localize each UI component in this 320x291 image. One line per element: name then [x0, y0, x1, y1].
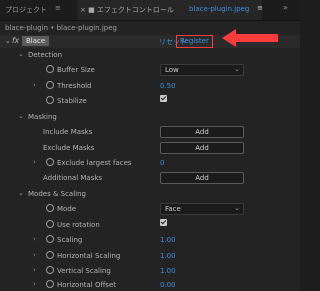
param-label: Include Masks: [43, 128, 93, 136]
panel-tab-bar: プロジェクト ≡ × ■ エフェクトコントロール blace-plugin.jp…: [0, 0, 300, 21]
chevron-down-icon[interactable]: ⌄: [18, 189, 24, 197]
chevron-down-icon[interactable]: ⌄: [18, 50, 24, 58]
param-label: Buffer Size: [57, 66, 95, 74]
exclude-masks-add-button[interactable]: Add: [160, 142, 244, 154]
stopwatch-icon[interactable]: [46, 251, 54, 259]
param-threshold: › Threshold 0.50: [0, 80, 300, 92]
param-label: Threshold: [57, 82, 92, 90]
group-masking[interactable]: ⌄ Masking: [0, 111, 300, 123]
breadcrumb: blace-plugin • blace-plugin.jpeg: [5, 24, 117, 32]
vertical-scaling-value[interactable]: 1.00: [160, 267, 176, 275]
param-label: Exclude Masks: [43, 144, 95, 152]
panel-menu-icon[interactable]: ≡: [55, 4, 61, 12]
stopwatch-icon[interactable]: [46, 235, 54, 243]
tab-effect-controls[interactable]: × ■ エフェクトコントロール: [80, 5, 174, 15]
group-label: Detection: [28, 51, 63, 59]
group-label: Masking: [28, 113, 57, 121]
tab-project[interactable]: プロジェクト: [5, 5, 47, 15]
effect-controls-panel: プロジェクト ≡ × ■ エフェクトコントロール blace-plugin.jp…: [0, 0, 300, 291]
chevron-down-icon: ⌄: [234, 204, 240, 212]
stabilize-checkbox[interactable]: [160, 95, 167, 102]
stopwatch-icon[interactable]: [46, 65, 54, 73]
param-stabilize: Stabilize: [0, 95, 300, 107]
chevron-right-icon[interactable]: ›: [33, 158, 36, 166]
stopwatch-icon[interactable]: [46, 158, 54, 166]
mode-dropdown[interactable]: Face ⌄: [160, 203, 244, 215]
group-detection[interactable]: ⌄ Detection: [0, 49, 300, 61]
param-additional-masks: Additional Masks Add: [0, 172, 300, 184]
param-label: Horizontal Offset: [57, 281, 116, 289]
register-link[interactable]: Register: [176, 35, 213, 48]
tab-file-name[interactable]: blace-plugin.jpeg: [189, 5, 249, 13]
param-label: Vertical Scaling: [57, 267, 111, 275]
horizontal-scaling-value[interactable]: 1.00: [160, 252, 176, 260]
stopwatch-icon[interactable]: [46, 220, 54, 228]
stopwatch-icon[interactable]: [46, 81, 54, 89]
use-rotation-checkbox[interactable]: [160, 219, 167, 226]
buffer-size-dropdown[interactable]: Low ⌄: [160, 64, 244, 76]
chevron-right-icon[interactable]: ›: [33, 235, 36, 243]
param-mode: Mode Face ⌄: [0, 203, 300, 215]
param-label: Additional Masks: [43, 174, 103, 182]
chevron-right-icon[interactable]: ›: [33, 266, 36, 274]
param-horizontal-scaling: › Horizontal Scaling 1.00: [0, 250, 300, 262]
scaling-value[interactable]: 1.00: [160, 236, 176, 244]
horizontal-offset-value[interactable]: 0.00: [160, 281, 176, 289]
more-panels-icon[interactable]: »: [283, 3, 288, 12]
param-label: Stabilize: [57, 97, 87, 105]
dropdown-value: Face: [165, 205, 181, 213]
additional-masks-add-button[interactable]: Add: [160, 172, 244, 184]
param-buffer-size: Buffer Size Low ⌄: [0, 64, 300, 76]
chevron-right-icon[interactable]: ›: [33, 251, 36, 259]
threshold-value[interactable]: 0.50: [160, 82, 176, 90]
group-modes-scaling[interactable]: ⌄ Modes & Scaling: [0, 188, 300, 200]
param-label: Mode: [57, 205, 77, 213]
chevron-down-icon[interactable]: ⌄: [18, 112, 24, 120]
chevron-down-icon: ⌄: [234, 65, 240, 73]
param-label: Use rotation: [57, 221, 100, 229]
stopwatch-icon[interactable]: [46, 204, 54, 212]
collapse-chevron-icon[interactable]: ⌄: [5, 37, 11, 45]
group-label: Modes & Scaling: [28, 190, 86, 198]
stopwatch-icon[interactable]: [46, 96, 54, 104]
param-use-rotation: Use rotation: [0, 219, 300, 231]
include-masks-add-button[interactable]: Add: [160, 126, 244, 138]
effect-name[interactable]: Blace: [22, 36, 50, 46]
param-vertical-scaling: › Vertical Scaling 1.00: [0, 265, 300, 277]
param-exclude-largest-faces: › Exclude largest faces 0: [0, 157, 300, 169]
panel-menu-icon-active[interactable]: ≡: [257, 4, 263, 12]
param-label: Scaling: [57, 236, 83, 244]
stopwatch-icon[interactable]: [46, 280, 54, 288]
param-horizontal-offset: › Horizontal Offset 0.00: [0, 279, 300, 291]
fx-toggle-icon[interactable]: fx: [12, 36, 19, 45]
param-include-masks: Include Masks Add: [0, 126, 300, 138]
exclude-largest-value[interactable]: 0: [160, 159, 164, 167]
stopwatch-icon[interactable]: [46, 266, 54, 274]
param-exclude-masks: Exclude Masks Add: [0, 142, 300, 154]
param-scaling: › Scaling 1.00: [0, 234, 300, 246]
chevron-right-icon[interactable]: ›: [33, 280, 36, 288]
chevron-right-icon[interactable]: ›: [33, 81, 36, 89]
param-label: Horizontal Scaling: [57, 252, 121, 260]
red-arrow-icon: [222, 29, 278, 47]
dropdown-value: Low: [165, 66, 179, 74]
param-label: Exclude largest faces: [57, 159, 132, 167]
